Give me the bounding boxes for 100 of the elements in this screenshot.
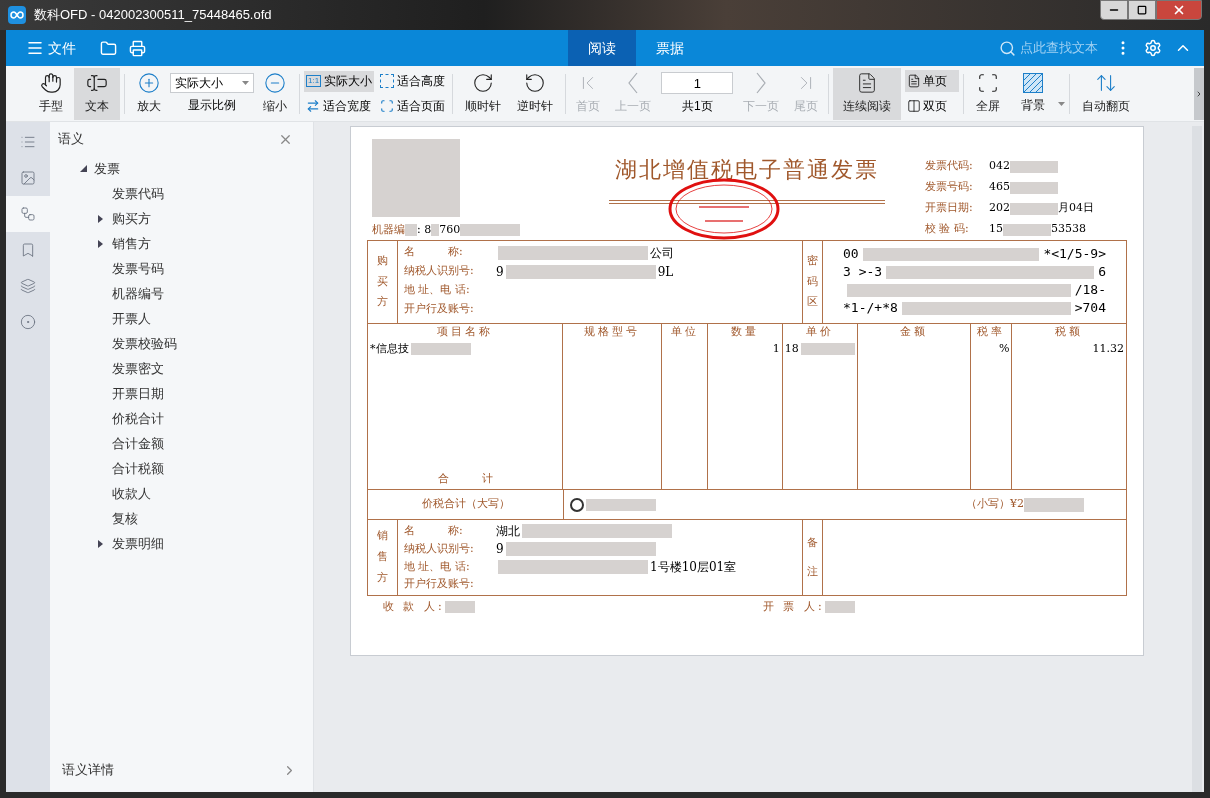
collapsed-triangle-icon[interactable] — [98, 214, 103, 223]
tree-item[interactable]: 销售方 — [50, 231, 313, 256]
tree-item[interactable]: 合计税额 — [50, 456, 313, 481]
scrollbar[interactable] — [1192, 126, 1202, 792]
field-label: 纳税人识别号: — [404, 540, 475, 557]
redaction-block — [824, 601, 855, 613]
collapsed-triangle-icon[interactable] — [98, 239, 103, 248]
tree-item[interactable]: 合计金额 — [50, 431, 313, 456]
zoom-scale-dropdown[interactable]: 实际大小 — [170, 73, 254, 93]
tree-item[interactable]: 开票人 — [50, 306, 313, 331]
fit-button[interactable]: 适合高度 — [378, 70, 449, 92]
field-label: 开户行及账号: — [404, 576, 475, 593]
fit-button[interactable]: 适合宽度 — [304, 95, 375, 117]
cipher-text: *1-/+*8 — [843, 299, 898, 318]
field-label: 名 称: — [404, 244, 464, 261]
mode-tab[interactable]: 阅读 — [568, 30, 636, 66]
tool-button[interactable]: 文本 — [74, 67, 120, 120]
field-label: 地 址、电 话: — [404, 282, 471, 299]
machine-number-label: 机器编 — [372, 222, 405, 238]
total-in-words-label: 价税合计（大写） — [421, 496, 510, 513]
total-label: 合 计 — [436, 470, 494, 487]
machine-number-value: : 8 — [417, 222, 432, 238]
hand-icon — [40, 72, 62, 94]
image-icon — [20, 170, 36, 186]
redaction-block — [1010, 202, 1058, 215]
invoice-meta-value: 15 — [989, 221, 1003, 238]
list-icon — [20, 134, 36, 150]
tool-button[interactable]: 手型 — [28, 67, 74, 120]
expanded-triangle-icon[interactable] — [80, 165, 87, 172]
tree-item[interactable]: 价税合计 — [50, 406, 313, 431]
collapsed-triangle-icon[interactable] — [98, 539, 103, 548]
rotate-button[interactable]: 逆时针 — [509, 67, 562, 120]
tree-item[interactable]: 发票 — [50, 156, 313, 181]
hatched-square-icon — [1023, 73, 1044, 93]
page-number-field[interactable]: 1 — [661, 72, 734, 94]
field-label: 名 称: — [404, 522, 464, 539]
minus-circle-icon — [264, 72, 286, 94]
plus-circle-icon — [138, 72, 160, 94]
tree-item[interactable]: 收款人 — [50, 481, 313, 506]
cipher-text: 3 >-3 — [843, 263, 883, 282]
redaction-block — [800, 343, 855, 355]
dropdown-caret-icon — [242, 81, 249, 85]
zoom-in-button[interactable]: 放大 — [129, 67, 169, 120]
column-header: 金额 — [899, 324, 930, 340]
tree-item[interactable]: 发票明细 — [50, 531, 313, 556]
invoice-meta-label: 发票号码: — [925, 179, 974, 196]
window-title: 数科OFD - 042002300511_75448465.ofd — [34, 6, 272, 25]
background-button[interactable]: 背景 — [1008, 67, 1059, 120]
auto-page-turn-button[interactable]: 自动翻页 — [1074, 67, 1139, 120]
up-down-arrow-icon — [1095, 72, 1118, 94]
clockwise-arrow-icon — [472, 72, 495, 94]
page-mode-button[interactable]: 单页 — [905, 70, 960, 92]
tree-item[interactable]: 开票日期 — [50, 381, 313, 406]
rotate-button[interactable]: 顺时针 — [457, 67, 510, 120]
fullscreen-button[interactable]: 全屏 — [968, 67, 1009, 120]
field-value: 9L — [657, 263, 674, 281]
cipher-text: 6 — [1098, 263, 1106, 282]
counterclockwise-arrow-icon — [524, 72, 547, 94]
double-page-icon — [907, 99, 922, 113]
redaction-block — [460, 224, 521, 237]
tree-item[interactable]: 发票校验码 — [50, 331, 313, 356]
table-cell-text: 1 — [772, 340, 780, 357]
tree-item[interactable]: 购买方 — [50, 206, 313, 231]
page-count: 共1页 — [681, 98, 713, 115]
tree-item[interactable]: 机器编号 — [50, 281, 313, 306]
zoom-scale-label: 显示比例 — [188, 97, 236, 114]
folder-icon[interactable] — [100, 39, 117, 57]
tree-item[interactable]: 发票密文 — [50, 356, 313, 381]
invoice-meta-label: 开票日期: — [925, 200, 974, 217]
chevron-right-icon — [756, 72, 767, 94]
zoom-out-button[interactable]: 缩小 — [255, 67, 295, 120]
sidebar-tab[interactable] — [6, 196, 50, 232]
continuous-reading-button[interactable]: 连续阅读 — [833, 67, 902, 120]
mode-tab[interactable]: 票据 — [636, 30, 704, 66]
print-icon[interactable] — [129, 39, 146, 57]
invoice-meta-value: 月04日 — [1058, 200, 1094, 217]
tree-icon — [20, 206, 36, 222]
page-mode-button[interactable]: 双页 — [905, 95, 960, 117]
maximize-button[interactable] — [1128, 0, 1156, 20]
invoice-title: 湖北增值税电子普通发票 — [615, 156, 879, 184]
buyer-label: 购买方 — [377, 252, 388, 311]
minimize-button[interactable] — [1100, 0, 1128, 20]
tree-item[interactable]: 发票代码 — [50, 181, 313, 206]
redaction-block — [1010, 181, 1058, 194]
menu-icon — [26, 39, 44, 57]
settings-icon[interactable] — [1144, 39, 1162, 57]
fit-button[interactable]: 适合页面 — [378, 95, 449, 117]
redaction-block — [410, 343, 471, 355]
redaction-block — [1010, 160, 1058, 173]
field-value: 1号楼10层01室 — [650, 559, 737, 576]
fit-button[interactable]: 1:1 实际大小 — [304, 70, 375, 92]
redaction-block — [586, 498, 656, 511]
tree-item[interactable]: 复核 — [50, 506, 313, 531]
file-menu[interactable]: 文件 — [26, 37, 76, 59]
semantic-details-link[interactable]: 语义详情 — [50, 748, 313, 792]
machine-number-value: 760 — [439, 222, 461, 238]
tree-item[interactable]: 发票号码 — [50, 256, 313, 281]
cipher-text: /18- — [1074, 281, 1106, 300]
table-cell-text: % — [998, 340, 1010, 357]
invoice-meta-value: 042 — [989, 158, 1010, 175]
